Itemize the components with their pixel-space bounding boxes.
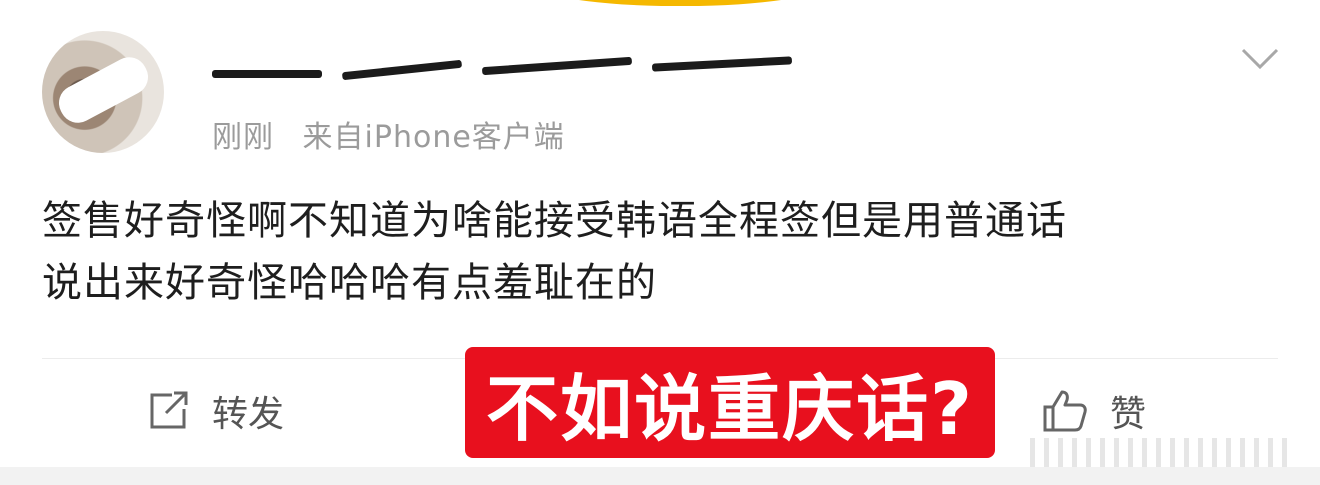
redaction-stroke	[651, 56, 793, 72]
like-label: 赞	[1110, 394, 1147, 435]
post-content-line: 签售好奇怪啊不知道为啥能接受韩语全程签但是用普通话	[42, 198, 1067, 244]
thumbs-up-icon	[1043, 390, 1087, 432]
forward-icon	[150, 391, 188, 429]
forward-button[interactable]: 转发	[148, 388, 285, 435]
bottom-bar	[0, 467, 1320, 485]
post-source: 来自iPhone客户端	[302, 120, 565, 155]
username-redacted[interactable]	[212, 48, 852, 86]
chevron-down-icon	[1241, 48, 1279, 70]
avatar[interactable]	[42, 31, 164, 153]
forward-label: 转发	[212, 394, 285, 435]
post-content: 签售好奇怪啊不知道为啥能接受韩语全程签但是用普通话 说出来好奇怪哈哈哈有点羞耻在…	[42, 190, 1272, 314]
avatar-redaction	[52, 50, 155, 130]
redaction-stroke	[481, 56, 633, 76]
post-time: 刚刚	[212, 120, 274, 155]
post-meta: 刚刚 来自iPhone客户端	[212, 112, 583, 156]
redaction-stroke	[341, 59, 463, 81]
more-options-button[interactable]	[1240, 46, 1280, 72]
top-accent-decoration	[535, 0, 825, 6]
redaction-stroke	[212, 70, 322, 78]
like-button[interactable]: 赞	[1042, 388, 1147, 435]
post-content-line: 说出来好奇怪哈哈哈有点羞耻在的	[42, 260, 657, 306]
overlay-caption: 不如说重庆话?	[465, 347, 995, 458]
